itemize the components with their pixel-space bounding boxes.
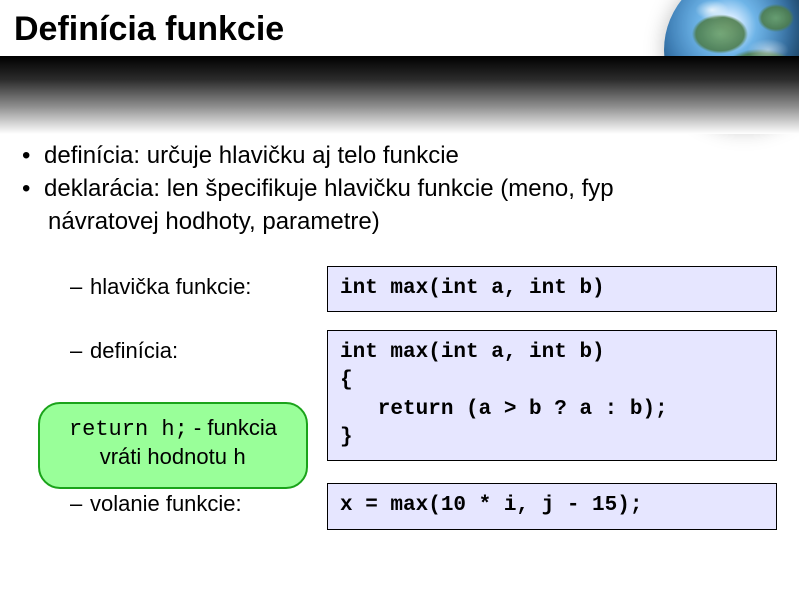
bullet-2: •deklarácia: len špecifikuje hlavičku fu…: [22, 173, 777, 204]
dash-icon: –: [70, 274, 90, 300]
label-header: –hlavička funkcie:: [22, 266, 327, 300]
dash-icon: –: [70, 491, 90, 517]
label-definition-text: definícia:: [90, 338, 178, 363]
callout-mono-2: h: [233, 446, 246, 471]
bullet-1: •definícia: určuje hlavičku aj telo funk…: [22, 140, 777, 171]
code-definition: int max(int a, int b) { return (a > b ? …: [327, 330, 777, 461]
row-call: –volanie funkcie: x = max(10 * i, j - 15…: [22, 483, 777, 529]
code-call: x = max(10 * i, j - 15);: [327, 483, 777, 529]
bullet-2-text-a: deklarácia: len špecifikuje hlavičku fun…: [44, 175, 614, 202]
callout-text-1: - funkcia: [188, 415, 277, 440]
slide-content: •definícia: určuje hlavičku aj telo funk…: [0, 140, 799, 530]
bullet-2-cont: návratovej hodhoty, parametre): [22, 206, 777, 237]
bullet-1-text: definícia: určuje hlavičku aj telo funkc…: [44, 142, 459, 169]
header-gradient: [0, 56, 799, 134]
bullet-2-text-b: návratovej hodhoty, parametre): [48, 208, 380, 235]
label-definition: –definícia:: [22, 330, 327, 364]
bullet-dot: •: [22, 173, 44, 204]
examples-section: –hlavička funkcie: int max(int a, int b)…: [22, 266, 777, 530]
bullet-dot: •: [22, 140, 44, 171]
label-header-text: hlavička funkcie:: [90, 274, 251, 299]
callout-text-2: vráti hodnotu: [100, 444, 233, 469]
slide-title: Definícia funkcie: [14, 10, 284, 49]
code-header: int max(int a, int b): [327, 266, 777, 312]
label-call-text: volanie funkcie:: [90, 491, 242, 516]
callout-return: return h; - funkcia vráti hodnotu h: [38, 402, 308, 489]
callout-mono-1: return h;: [69, 417, 188, 442]
row-header: –hlavička funkcie: int max(int a, int b): [22, 266, 777, 312]
dash-icon: –: [70, 338, 90, 364]
